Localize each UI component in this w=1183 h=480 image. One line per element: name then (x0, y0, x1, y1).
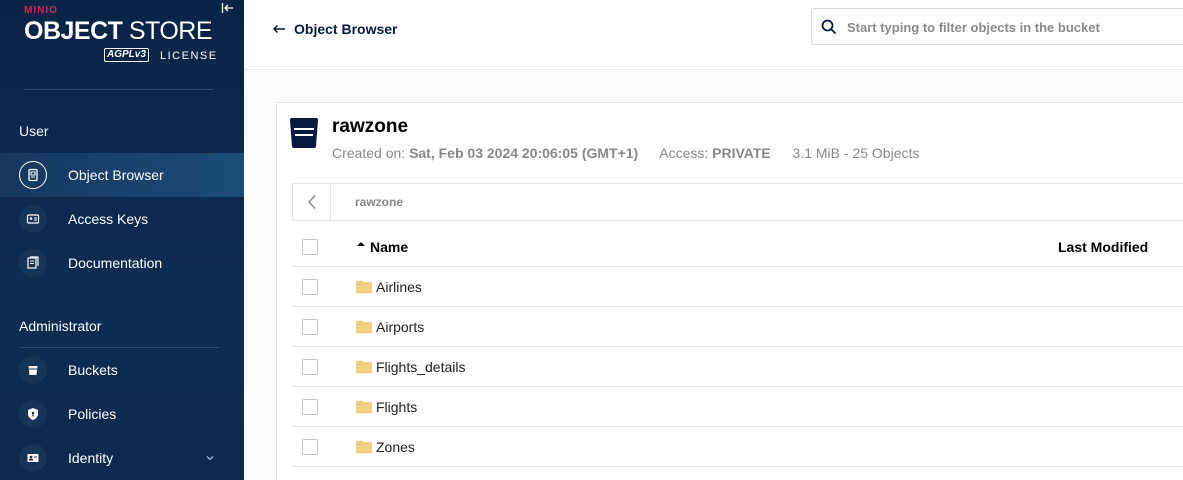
logo-license: LICENSE (160, 50, 218, 62)
sidebar-item-access-keys[interactable]: Access Keys (0, 197, 244, 241)
sidebar: MINIO OBJECT STORE AGPLv3 LICENSE User O… (0, 0, 244, 480)
bucket-icon (290, 118, 318, 148)
bucket-name: rawzone (332, 116, 409, 137)
breadcrumb-path[interactable]: rawzone (355, 195, 403, 209)
row-name: Flights_details (376, 359, 466, 375)
sidebar-item-documentation[interactable]: Documentation (0, 241, 244, 285)
access-keys-icon (19, 205, 47, 233)
select-all-checkbox[interactable] (302, 239, 318, 255)
table-row[interactable]: Flights (292, 387, 1183, 427)
row-name: Flights (376, 399, 418, 415)
sidebar-item-identity[interactable]: Identity (0, 436, 244, 480)
buckets-icon (19, 356, 47, 384)
search-icon (821, 19, 837, 35)
row-checkbox[interactable] (302, 399, 318, 415)
search-input[interactable] (847, 17, 1177, 37)
sidebar-item-label: Policies (68, 406, 117, 422)
logo-title-thin: STORE (122, 17, 213, 45)
documentation-icon (19, 249, 47, 277)
sidebar-item-object-browser[interactable]: Object Browser (0, 153, 244, 197)
row-checkbox[interactable] (302, 359, 318, 375)
arrow-left-icon (272, 24, 285, 34)
column-header-last-modified[interactable]: Last Modified (1058, 239, 1148, 255)
breadcrumb: rawzone (292, 183, 1183, 221)
folder-icon (356, 400, 372, 414)
chevron-left-icon (307, 195, 316, 209)
folder-icon (356, 440, 372, 454)
row-name: Airlines (376, 279, 422, 295)
row-checkbox[interactable] (302, 319, 318, 335)
sidebar-item-label: Access Keys (68, 211, 149, 227)
access-value: PRIVATE (712, 145, 771, 161)
folder-icon (356, 320, 372, 334)
logo-divider (24, 89, 213, 90)
row-name: Zones (376, 439, 415, 455)
collapse-sidebar-icon[interactable] (219, 0, 237, 16)
back-button-label: Object Browser (294, 21, 398, 37)
minio-logo: MINIO OBJECT STORE AGPLv3 LICENSE (24, 4, 219, 64)
identity-icon (19, 444, 47, 472)
access-label: Access: (659, 145, 709, 161)
top-bar: Object Browser (244, 0, 1183, 70)
back-to-object-browser-button[interactable]: Object Browser (272, 19, 397, 39)
bucket-meta: Created on: Sat, Feb 03 2024 20:06:05 (G… (332, 145, 919, 161)
object-browser-icon (19, 161, 47, 189)
sidebar-item-label: Documentation (68, 255, 163, 271)
sidebar-item-label: Buckets (68, 362, 118, 378)
size-summary: 3.1 MiB - 25 Objects (792, 145, 920, 161)
object-filter-search[interactable] (811, 8, 1183, 45)
created-value: Sat, Feb 03 2024 20:06:05 (GMT+1) (409, 145, 639, 161)
logo-title-bold: OBJECT (24, 17, 123, 45)
chevron-down-icon[interactable] (204, 452, 216, 464)
policies-icon (19, 400, 47, 428)
logo-brand: MINIO (24, 5, 58, 16)
table-row[interactable]: Airports (292, 307, 1183, 347)
table-row[interactable]: Airlines (292, 267, 1183, 307)
section-label-administrator: Administrator (19, 318, 102, 334)
table-row[interactable]: Zones (292, 427, 1183, 467)
table-row[interactable]: Flights_details (292, 347, 1183, 387)
row-checkbox[interactable] (302, 279, 318, 295)
sort-ascending-icon (357, 242, 365, 246)
column-header-name[interactable]: Name (356, 239, 408, 255)
sidebar-item-label: Identity (68, 450, 114, 466)
row-name: Airports (376, 319, 425, 335)
folder-icon (356, 360, 372, 374)
logo-title: OBJECT STORE (24, 17, 213, 46)
sidebar-item-buckets[interactable]: Buckets (0, 348, 244, 392)
created-label: Created on: (332, 145, 406, 161)
folder-icon (356, 280, 372, 294)
sidebar-item-label: Object Browser (68, 167, 164, 183)
table-header: Name Last Modified (292, 227, 1183, 267)
column-header-name-label: Name (370, 239, 409, 255)
agpl-badge: AGPLv3 (104, 48, 149, 62)
section-label-user: User (19, 123, 49, 139)
row-checkbox[interactable] (302, 439, 318, 455)
breadcrumb-back-button[interactable] (293, 184, 331, 220)
sidebar-item-policies[interactable]: Policies (0, 392, 244, 436)
